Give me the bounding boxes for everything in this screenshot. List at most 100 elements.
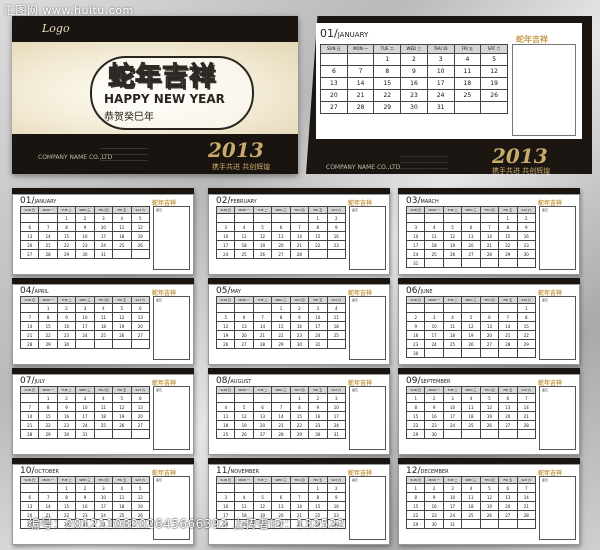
month-grid: SUN 日 MON 一 TUE 二 WED 三 THU 四 FRI 五 SAT 六12345…: [405, 296, 537, 358]
day-cell: 1: [405, 483, 426, 493]
day-cell: [480, 101, 508, 114]
day-cell: 21: [271, 420, 291, 430]
day-cell: 28: [19, 429, 40, 439]
day-cell: 25: [93, 330, 114, 340]
day-cell: 9: [405, 321, 426, 331]
day-cell: 16: [75, 231, 95, 241]
day-cell: 23: [424, 420, 444, 430]
day-cell: 11: [234, 501, 254, 511]
day-cell: 2: [326, 213, 347, 223]
day-cell: 19: [130, 501, 151, 511]
day-cell: 27: [130, 330, 151, 340]
day-cell: 15: [308, 231, 328, 241]
day-cell: 5: [442, 222, 463, 232]
day-cell: [271, 393, 291, 403]
memo-label: 备忘: [352, 478, 359, 482]
day-cell: 24: [426, 89, 455, 102]
weekday-header: SUN 日: [19, 296, 40, 304]
memo-label: 备忘: [542, 208, 549, 212]
day-cell: [424, 258, 444, 268]
month-grid: SUN 日 MON 一 TUE 二 WED 三 THU 四 FRI 五 SAT 六12345…: [19, 386, 151, 439]
day-cell: 24: [308, 330, 328, 340]
day-cell: 16: [75, 501, 95, 511]
day-cell: 6: [461, 222, 481, 232]
day-cell: 2: [56, 393, 77, 403]
month-card: 07/JULY 蛇年吉祥 备忘 SUN 日 MON 一 TUE 二 WED 三 THU 四 FR…: [12, 368, 194, 455]
day-cell: 2: [424, 483, 444, 493]
weekday-header: FRI 五: [112, 206, 132, 214]
day-cell: 12: [130, 222, 151, 232]
day-cell: [461, 519, 481, 529]
day-cell: 2: [400, 53, 428, 66]
day-cell: 13: [130, 402, 151, 412]
day-cell: 22: [56, 240, 77, 250]
day-cell: 1: [498, 213, 518, 223]
weekday-header: FRI 五: [498, 476, 518, 484]
day-cell: 4: [93, 393, 114, 403]
day-cell: 25: [453, 89, 482, 102]
calendar-table: SUN 日 MON 一 TUE 二 WED 三 THU 四 FRI 五 SAT 六12345…: [320, 44, 508, 114]
weekday-header: MON 一: [38, 296, 58, 304]
day-cell: 20: [461, 240, 481, 250]
weekday-header: FRI 五: [112, 296, 132, 304]
month-grid: SUN 日 MON 一 TUE 二 WED 三 THU 四 FRI 五 SAT 六12345…: [320, 44, 508, 114]
day-cell: 3: [75, 303, 95, 313]
day-cell: 8: [38, 312, 58, 322]
day-cell: 12: [480, 65, 508, 78]
day-cell: 25: [424, 249, 444, 259]
day-cell: 10: [93, 492, 114, 502]
day-cell: [234, 483, 254, 493]
day-cell: 14: [346, 77, 375, 90]
day-cell: 24: [326, 420, 347, 430]
day-cell: 27: [461, 249, 481, 259]
day-cell: 16: [326, 231, 347, 241]
day-cell: 23: [289, 330, 310, 340]
day-cell: 5: [112, 303, 132, 313]
day-cell: 15: [405, 411, 426, 421]
day-cell: 18: [112, 231, 132, 241]
weekday-header: TUE 二: [373, 44, 402, 54]
day-cell: 17: [426, 77, 455, 90]
day-cell: 8: [38, 402, 58, 412]
weekday-header: TUE 二: [56, 296, 77, 304]
memo-label: 备忘: [156, 388, 163, 392]
weekday-header: SUN 日: [405, 386, 426, 394]
day-cell: 11: [234, 231, 254, 241]
day-cell: 23: [75, 240, 95, 250]
month-title: 02/FEBRUARY: [216, 196, 257, 206]
day-cell: 30: [400, 101, 428, 114]
weekday-header: TUE 二: [442, 386, 463, 394]
memo-box: [512, 44, 576, 136]
memo-box: 备忘: [539, 476, 576, 540]
calendar-table: SUN 日 MON 一 TUE 二 WED 三 THU 四 FRI 五 SAT 六12345…: [405, 386, 537, 439]
weekday-header: THU 四: [289, 386, 310, 394]
month-card: 02/FEBRUARY 蛇年吉祥 备忘 SUN 日 MON 一 TUE 二 WED 三 THU…: [208, 188, 390, 275]
day-cell: 30: [56, 429, 77, 439]
day-cell: 12: [252, 231, 273, 241]
day-cell: 1: [405, 393, 426, 403]
day-cell: 19: [215, 330, 236, 340]
desk-year: 2013: [492, 144, 548, 168]
month-title: 04/APRIL: [20, 286, 49, 296]
day-cell: 13: [461, 231, 481, 241]
day-cell: 11: [424, 231, 444, 241]
month-grid: SUN 日 MON 一 TUE 二 WED 三 THU 四 FRI 五 SAT 六12345…: [215, 296, 347, 349]
day-cell: 28: [271, 429, 291, 439]
day-cell: 7: [479, 222, 500, 232]
day-cell: 27: [130, 420, 151, 430]
day-cell: 5: [215, 312, 236, 322]
day-cell: 17: [215, 240, 236, 250]
day-cell: [320, 53, 348, 66]
day-cell: 15: [373, 77, 402, 90]
day-cell: [326, 249, 347, 259]
calendar-table: SUN 日 MON 一 TUE 二 WED 三 THU 四 FRI 五 SAT 六12345…: [19, 206, 151, 259]
day-cell: 9: [56, 312, 77, 322]
weekday-header: THU 四: [289, 206, 310, 214]
day-cell: 26: [480, 89, 508, 102]
memo-box: 备忘: [153, 386, 190, 450]
day-cell: [461, 348, 481, 358]
day-cell: 29: [38, 429, 58, 439]
day-cell: 21: [289, 240, 310, 250]
day-cell: 31: [426, 101, 455, 114]
month-title: 10/OCTOBER: [20, 466, 59, 476]
